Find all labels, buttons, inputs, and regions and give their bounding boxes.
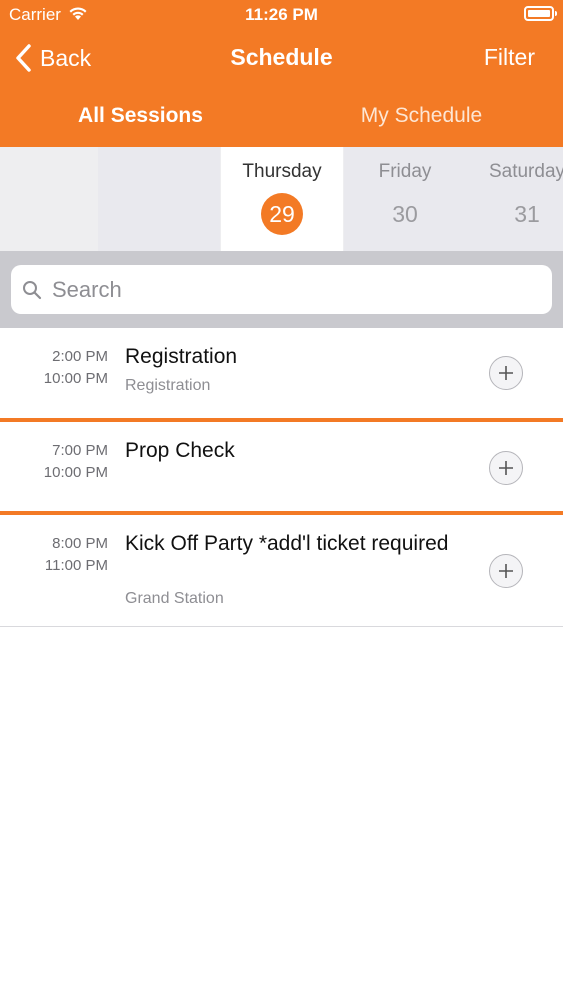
day-name: Thursday (242, 161, 322, 182)
session-location: Registration (125, 377, 211, 394)
session-row[interactable]: 2:00 PM 10:00 PM Registration Registrati… (0, 328, 563, 422)
end-time: 10:00 PM (43, 464, 108, 481)
end-time: 11:00 PM (44, 557, 108, 574)
session-row[interactable]: 8:00 PM 11:00 PM Kick Off Party *add'l t… (0, 515, 563, 627)
session-row[interactable]: 7:00 PM 10:00 PM Prop Check (0, 422, 563, 515)
day-cell-prev (98, 147, 220, 251)
session-times: 7:00 PM 10:00 PM (0, 440, 108, 484)
session-location: Grand Station (125, 590, 224, 607)
page-title: Schedule (230, 44, 333, 70)
filter-button[interactable]: Filter (484, 44, 535, 71)
schedule-tabs: All Sessions My Schedule (0, 86, 563, 146)
search-input[interactable] (50, 275, 534, 304)
day-saturday[interactable]: Saturday 31 (466, 147, 563, 251)
start-time: 7:00 PM (52, 442, 108, 459)
session-title: Prop Check (125, 439, 235, 462)
day-number: 30 (392, 201, 418, 227)
plus-icon (499, 564, 513, 578)
session-times: 2:00 PM 10:00 PM (0, 346, 108, 390)
day-friday[interactable]: Friday 30 (344, 147, 466, 251)
day-thursday[interactable]: Thursday 29 (221, 147, 343, 251)
start-time: 8:00 PM (52, 535, 108, 552)
nav-bar: Back Schedule Filter (0, 30, 563, 86)
session-list: 2:00 PM 10:00 PM Registration Registrati… (0, 328, 563, 627)
session-title: Kick Off Party *add'l ticket required (125, 532, 449, 555)
search-field[interactable] (11, 265, 552, 314)
plus-icon (499, 461, 513, 475)
tab-all-sessions[interactable]: All Sessions (0, 86, 281, 146)
status-time: 11:26 PM (245, 5, 318, 24)
day-name: Friday (378, 161, 432, 182)
battery-icon (524, 6, 557, 21)
session-times: 8:00 PM 11:00 PM (0, 533, 108, 577)
start-time: 2:00 PM (52, 348, 108, 365)
day-number: 31 (514, 201, 540, 227)
search-icon (23, 280, 42, 299)
add-to-schedule-button[interactable] (489, 554, 523, 588)
day-name: Saturday (488, 161, 563, 182)
add-to-schedule-button[interactable] (489, 356, 523, 390)
day-number-selected: 29 (261, 193, 303, 235)
session-title: Registration (125, 345, 238, 368)
tab-my-schedule[interactable]: My Schedule (281, 86, 562, 146)
plus-icon (499, 366, 513, 380)
end-time: 10:00 PM (43, 370, 108, 387)
add-to-schedule-button[interactable] (489, 451, 523, 485)
day-picker: Thursday 29 Friday 30 Saturday 31 (0, 147, 563, 251)
search-bar (0, 251, 563, 328)
status-bar: Carrier 11:26 PM (0, 0, 563, 30)
